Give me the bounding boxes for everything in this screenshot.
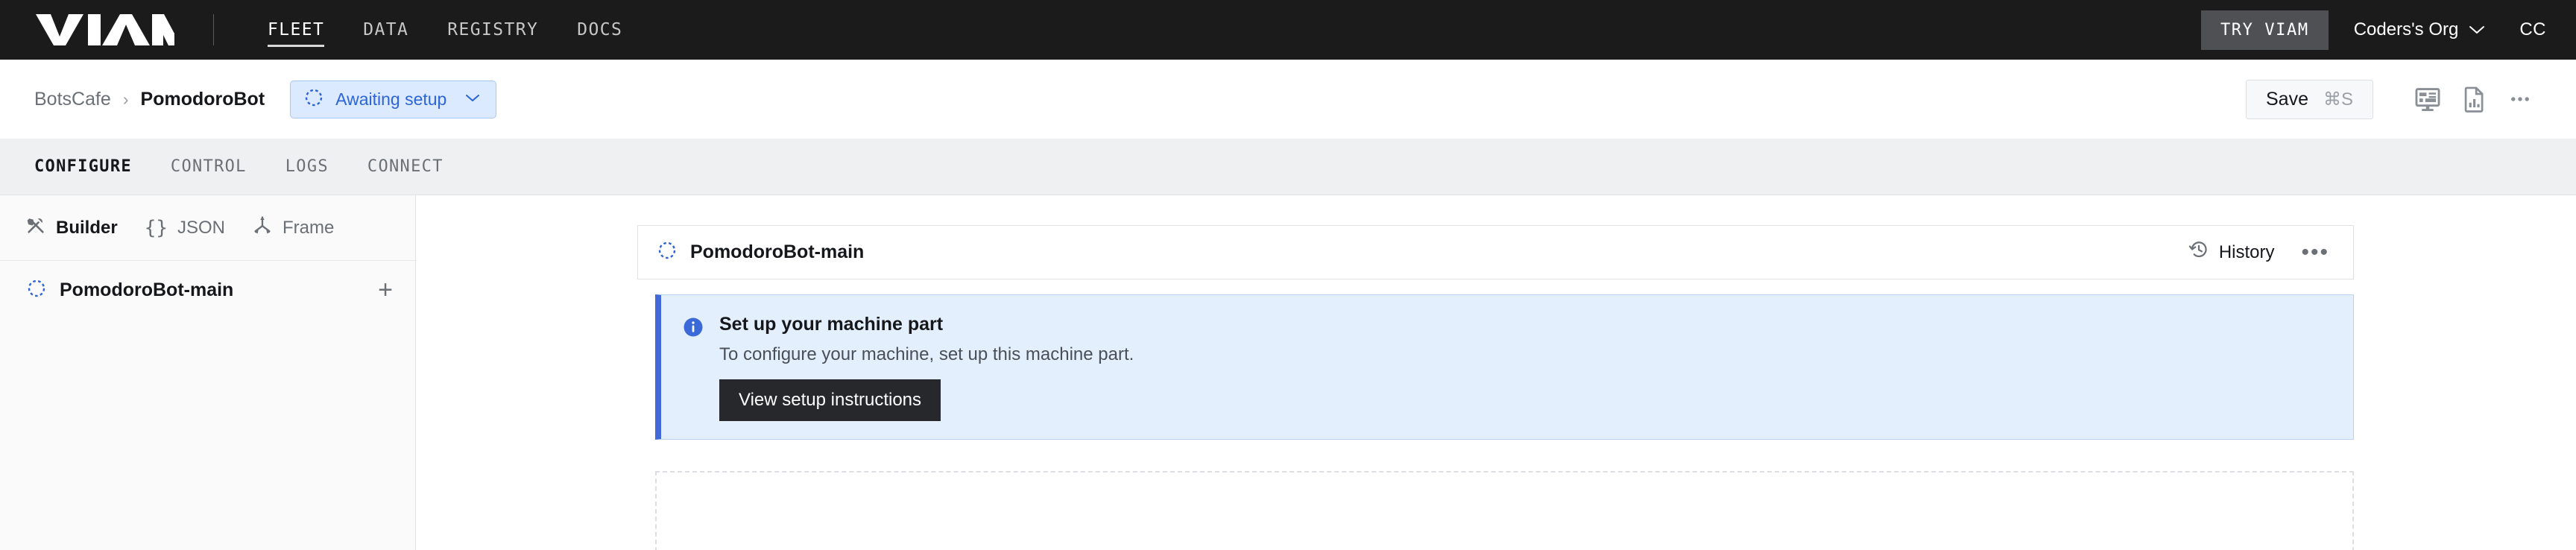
setup-alert-title: Set up your machine part bbox=[719, 314, 944, 335]
status-badge-label: Awaiting setup bbox=[335, 89, 447, 109]
machine-part-card-actions: History ••• bbox=[2188, 238, 2334, 267]
sidebar-mode-switcher: Builder {} JSON Frame bbox=[0, 195, 415, 261]
nav-link-data[interactable]: DATA bbox=[344, 0, 428, 60]
viam-wordmark-icon bbox=[36, 14, 174, 45]
setup-alert-content: Set up your machine part To configure yo… bbox=[719, 313, 1134, 422]
machine-part-more-icon[interactable]: ••• bbox=[2296, 238, 2334, 267]
breadcrumb-bar: BotsCafe › PomodoroBot Awaiting setup Sa… bbox=[0, 60, 2576, 139]
tab-logs[interactable]: LOGS bbox=[266, 139, 348, 195]
top-navigation-bar: FLEET DATA REGISTRY DOCS TRY VIAM Coders… bbox=[0, 0, 2576, 60]
breadcrumb-actions: Save ⌘S bbox=[2246, 76, 2576, 122]
more-horizontal-icon-button[interactable] bbox=[2497, 76, 2543, 122]
tools-icon bbox=[25, 215, 46, 241]
machine-part-card-title: PomodoroBot-main bbox=[690, 241, 865, 262]
top-nav-right-group: TRY VIAM Coders's Org CC bbox=[2200, 0, 2576, 60]
nav-link-fleet[interactable]: FLEET bbox=[248, 0, 344, 60]
file-chart-icon-button[interactable] bbox=[2451, 76, 2497, 122]
try-viam-button[interactable]: TRY VIAM bbox=[2200, 10, 2329, 50]
user-avatar-initials[interactable]: CC bbox=[2519, 19, 2546, 40]
tab-configure[interactable]: CONFIGURE bbox=[15, 139, 151, 195]
chevron-down-icon bbox=[464, 92, 481, 107]
sidebar-mode-json-label: JSON bbox=[177, 217, 226, 238]
configure-sidebar: Builder {} JSON Frame PomodoroBot-main + bbox=[0, 195, 416, 550]
empty-resource-dropzone[interactable] bbox=[655, 471, 2354, 550]
setup-alert-body: To configure your machine, set up this m… bbox=[719, 344, 1134, 364]
nav-divider bbox=[213, 14, 214, 45]
org-selector-label: Coders's Org bbox=[2353, 19, 2459, 39]
viam-logo[interactable] bbox=[36, 0, 174, 60]
file-chart-icon bbox=[2464, 86, 2484, 113]
sidebar-item-label: PomodoroBot-main bbox=[60, 279, 234, 300]
nav-links: FLEET DATA REGISTRY DOCS bbox=[248, 0, 642, 60]
more-horizontal-icon bbox=[2511, 97, 2529, 101]
machine-part-card-header: PomodoroBot-main History ••• bbox=[637, 225, 2354, 279]
dashed-circle-icon bbox=[657, 241, 677, 264]
view-setup-instructions-button[interactable]: View setup instructions bbox=[719, 379, 941, 422]
add-resource-button[interactable]: + bbox=[378, 277, 393, 303]
setup-alert-banner: Set up your machine part To configure yo… bbox=[655, 294, 2354, 440]
save-button[interactable]: Save ⌘S bbox=[2246, 79, 2373, 119]
braces-icon: {} bbox=[144, 216, 168, 239]
sidebar-mode-builder[interactable]: Builder bbox=[25, 215, 118, 241]
breadcrumb-org-link[interactable]: BotsCafe bbox=[34, 89, 111, 110]
sidebar-mode-json[interactable]: {} JSON bbox=[145, 217, 225, 239]
breadcrumb-separator-icon: › bbox=[122, 89, 129, 109]
dashed-circle-icon bbox=[27, 279, 46, 302]
info-circle-icon bbox=[682, 313, 704, 421]
section-tab-bar: CONFIGURE CONTROL LOGS CONNECT bbox=[0, 139, 2576, 195]
monitor-icon bbox=[2415, 88, 2440, 111]
save-shortcut-label: ⌘S bbox=[2323, 89, 2353, 110]
nav-link-registry[interactable]: REGISTRY bbox=[428, 0, 558, 60]
monitor-icon-button[interactable] bbox=[2405, 76, 2451, 122]
axes-icon bbox=[252, 215, 273, 241]
history-clock-icon bbox=[2188, 239, 2209, 265]
sidebar-item-pomodorobot-main[interactable]: PomodoroBot-main + bbox=[0, 261, 415, 319]
nav-link-docs[interactable]: DOCS bbox=[558, 0, 642, 60]
dashed-circle-icon bbox=[304, 88, 323, 111]
status-badge[interactable]: Awaiting setup bbox=[290, 80, 497, 118]
breadcrumb: BotsCafe › PomodoroBot bbox=[34, 89, 265, 110]
tab-connect[interactable]: CONNECT bbox=[348, 139, 463, 195]
machine-part-card: PomodoroBot-main History ••• Set up your… bbox=[637, 225, 2354, 550]
history-button[interactable]: History bbox=[2188, 239, 2275, 265]
sidebar-mode-frame-label: Frame bbox=[282, 217, 335, 238]
sidebar-mode-builder-label: Builder bbox=[56, 217, 118, 238]
history-button-label: History bbox=[2218, 241, 2275, 262]
sidebar-mode-frame[interactable]: Frame bbox=[252, 215, 334, 241]
chevron-down-icon bbox=[2469, 19, 2485, 40]
tab-control[interactable]: CONTROL bbox=[151, 139, 266, 195]
breadcrumb-machine-name: PomodoroBot bbox=[140, 88, 265, 110]
save-button-label: Save bbox=[2266, 88, 2308, 110]
org-selector[interactable]: Coders's Org bbox=[2354, 19, 2486, 40]
main-content-area: PomodoroBot-main History ••• Set up your… bbox=[417, 195, 2576, 550]
